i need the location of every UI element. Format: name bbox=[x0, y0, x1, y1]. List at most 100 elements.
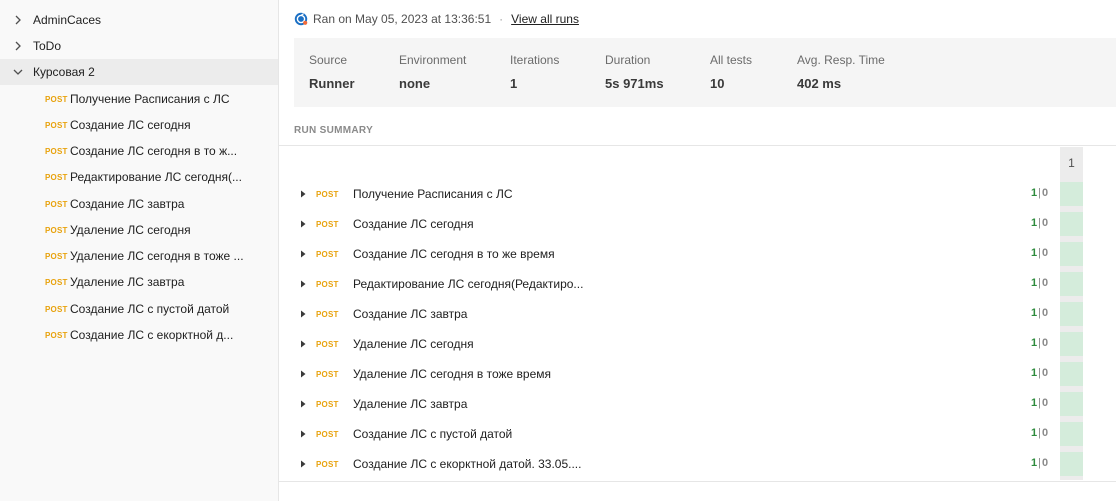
iteration-result-cell[interactable] bbox=[1060, 362, 1083, 386]
failed-count: 0 bbox=[1041, 367, 1049, 379]
request-method: POST bbox=[316, 190, 339, 199]
collection-label: ToDo bbox=[33, 39, 62, 53]
sidebar-collection-todo[interactable]: ToDo bbox=[0, 33, 278, 59]
sidebar-request[interactable]: POST Создание ЛС с пустой датой bbox=[0, 296, 278, 322]
count-separator: | bbox=[1038, 217, 1041, 229]
request-name: Удаление ЛС сегодня в тоже время bbox=[353, 367, 552, 381]
run-timestamp: Ran on May 05, 2023 at 13:36:51 bbox=[313, 12, 492, 26]
caret-right-icon[interactable] bbox=[299, 400, 307, 408]
count-separator: | bbox=[1038, 277, 1041, 289]
request-method: POST bbox=[45, 331, 68, 340]
chevron-down-icon[interactable] bbox=[12, 66, 24, 78]
caret-right-icon[interactable] bbox=[299, 250, 307, 258]
request-name: Создание ЛС сегодня bbox=[70, 118, 191, 132]
summary-row[interactable]: POST Создание ЛС завтра 1|0 bbox=[279, 299, 1116, 329]
request-name: Редактирование ЛС сегодня(Редактиро... bbox=[353, 277, 584, 291]
sidebar-request[interactable]: POST Удаление ЛС завтра bbox=[0, 269, 278, 295]
summary-row[interactable]: POST Удаление ЛС сегодня в тоже время 1|… bbox=[279, 359, 1116, 389]
passed-count: 1 bbox=[1031, 307, 1038, 319]
caret-right-icon[interactable] bbox=[299, 370, 307, 378]
stat-label-iterations: Iterations bbox=[510, 53, 560, 67]
request-name: Удаление ЛС сегодня bbox=[70, 223, 191, 237]
caret-right-icon[interactable] bbox=[299, 460, 307, 468]
failed-count: 0 bbox=[1041, 217, 1049, 229]
iteration-result-cell[interactable] bbox=[1060, 242, 1083, 266]
request-method: POST bbox=[45, 95, 68, 104]
caret-right-icon[interactable] bbox=[299, 310, 307, 318]
iteration-header[interactable]: 1 bbox=[1060, 147, 1083, 179]
view-all-runs-link[interactable]: View all runs bbox=[511, 12, 579, 26]
caret-right-icon[interactable] bbox=[299, 430, 307, 438]
stat-label-environment: Environment bbox=[399, 53, 467, 67]
stat-value-duration: 5s 971ms bbox=[605, 76, 664, 91]
request-method: POST bbox=[316, 280, 339, 289]
request-name: Создание ЛС завтра bbox=[353, 307, 468, 321]
request-name: Получение Расписания с ЛС bbox=[353, 187, 513, 201]
caret-right-icon[interactable] bbox=[299, 340, 307, 348]
request-method: POST bbox=[45, 200, 68, 209]
count-separator: | bbox=[1038, 187, 1041, 199]
iteration-result-cell[interactable] bbox=[1060, 422, 1083, 446]
summary-row[interactable]: POST Удаление ЛС завтра 1|0 bbox=[279, 389, 1116, 419]
test-counts: 1|0 bbox=[1031, 307, 1048, 319]
caret-right-icon[interactable] bbox=[299, 220, 307, 228]
iteration-result-cell[interactable] bbox=[1060, 302, 1083, 326]
sidebar-request[interactable]: POST Удаление ЛС сегодня в тоже ... bbox=[0, 243, 278, 269]
sidebar-collection-admincaces[interactable]: AdminCaces bbox=[0, 7, 278, 33]
summary-row[interactable]: POST Создание ЛС с пустой датой 1|0 bbox=[279, 419, 1116, 449]
request-name: Создание ЛС сегодня в то же время bbox=[353, 247, 555, 261]
failed-count: 0 bbox=[1041, 427, 1049, 439]
request-name: Создание ЛС завтра bbox=[70, 197, 185, 211]
failed-count: 0 bbox=[1041, 187, 1049, 199]
sidebar-request[interactable]: POST Создание ЛС сегодня в то ж... bbox=[0, 138, 278, 164]
sidebar-request[interactable]: POST Создание ЛС с екоркт­ной д... bbox=[0, 322, 278, 348]
caret-right-icon[interactable] bbox=[299, 190, 307, 198]
divider bbox=[279, 145, 1116, 146]
summary-row[interactable]: POST Создание ЛС с екоркт­ной датой. 33.… bbox=[279, 449, 1116, 479]
stat-label-all-tests: All tests bbox=[710, 53, 753, 67]
request-name: Создание ЛС сегодня bbox=[353, 217, 474, 231]
request-method: POST bbox=[45, 147, 68, 156]
summary-row[interactable]: POST Удаление ЛС сегодня 1|0 bbox=[279, 329, 1116, 359]
sidebar-request[interactable]: POST Получение Расписания с ЛС bbox=[0, 86, 278, 112]
chevron-right-icon[interactable] bbox=[12, 40, 24, 52]
stat-label-source: Source bbox=[309, 53, 348, 67]
divider bbox=[279, 481, 1116, 482]
iteration-result-cell[interactable] bbox=[1060, 182, 1083, 206]
summary-row[interactable]: POST Редактирование ЛС сегодня(Редактиро… bbox=[279, 269, 1116, 299]
test-counts: 1|0 bbox=[1031, 187, 1048, 199]
stat-value-all-tests: 10 bbox=[710, 76, 725, 91]
iteration-result-cell[interactable] bbox=[1060, 212, 1083, 236]
request-method: POST bbox=[316, 370, 339, 379]
run-info: Ran on May 05, 2023 at 13:36:51 · View a… bbox=[294, 11, 579, 27]
test-counts: 1|0 bbox=[1031, 457, 1048, 469]
request-name: Создание ЛС с екоркт­ной датой. 33.05...… bbox=[353, 457, 582, 471]
sidebar-request[interactable]: POST Создание ЛС сегодня bbox=[0, 112, 278, 138]
sidebar-request[interactable]: POST Создание ЛС завтра bbox=[0, 191, 278, 217]
caret-right-icon[interactable] bbox=[299, 280, 307, 288]
test-counts: 1|0 bbox=[1031, 277, 1048, 289]
iteration-result-cell[interactable] bbox=[1060, 272, 1083, 296]
summary-row[interactable]: POST Получение Расписания с ЛС 1|0 bbox=[279, 179, 1116, 209]
stat-label-duration: Duration bbox=[605, 53, 651, 67]
passed-count: 1 bbox=[1031, 277, 1038, 289]
passed-count: 1 bbox=[1031, 367, 1038, 379]
sidebar-collection-kursovaya-2[interactable]: Курсовая 2 bbox=[0, 59, 278, 85]
collection-label: Курсовая 2 bbox=[33, 65, 95, 79]
passed-count: 1 bbox=[1031, 247, 1038, 259]
sidebar-request[interactable]: POST Удаление ЛС сегодня bbox=[0, 217, 278, 243]
test-counts: 1|0 bbox=[1031, 217, 1048, 229]
summary-row[interactable]: POST Создание ЛС сегодня 1|0 bbox=[279, 209, 1116, 239]
summary-row[interactable]: POST Создание ЛС сегодня в то же время 1… bbox=[279, 239, 1116, 269]
request-name: Удаление ЛС завтра bbox=[353, 397, 468, 411]
iteration-result-cell[interactable] bbox=[1060, 332, 1083, 356]
sidebar-request[interactable]: POST Редактирование ЛС сегодня(... bbox=[0, 164, 278, 190]
test-counts: 1|0 bbox=[1031, 427, 1048, 439]
stat-value-environment: none bbox=[399, 76, 431, 91]
request-method: POST bbox=[316, 220, 339, 229]
passed-count: 1 bbox=[1031, 397, 1038, 409]
iteration-result-cell[interactable] bbox=[1060, 392, 1083, 416]
iteration-result-cell[interactable] bbox=[1060, 452, 1083, 476]
failed-count: 0 bbox=[1041, 397, 1049, 409]
chevron-right-icon[interactable] bbox=[12, 14, 24, 26]
